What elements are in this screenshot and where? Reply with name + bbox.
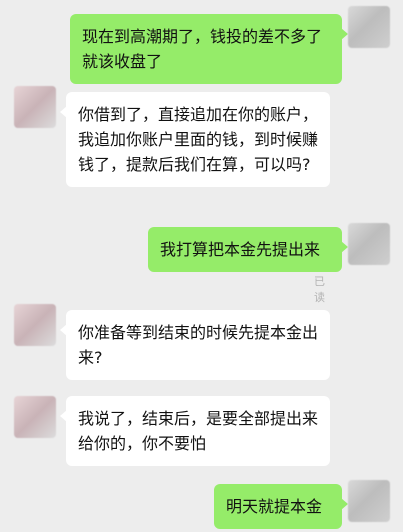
read-receipt: 已读 (314, 275, 325, 304)
avatar[interactable] (14, 396, 56, 438)
message-bubble[interactable]: 我打算把本金先提出来 (148, 227, 348, 272)
avatar[interactable] (348, 480, 390, 522)
message-bubble[interactable]: 明天就提本金 (214, 484, 348, 529)
avatar[interactable] (348, 6, 390, 48)
avatar[interactable] (14, 304, 56, 346)
message-bubble[interactable]: 你借到了，直接追加在你的账户，我追加你账户里面的钱，到时候赚钱了，提款后我们在算… (60, 92, 330, 187)
avatar[interactable] (348, 223, 390, 265)
avatar[interactable] (14, 86, 56, 128)
message-bubble[interactable]: 我说了，结束后，是要全部提出来给你的，你不要怕 (60, 396, 330, 466)
message-bubble[interactable]: 现在到高潮期了，钱投的差不多了就该收盘了 (70, 14, 348, 84)
message-bubble[interactable]: 你准备等到结束的时候先提本金出来? (60, 310, 330, 380)
